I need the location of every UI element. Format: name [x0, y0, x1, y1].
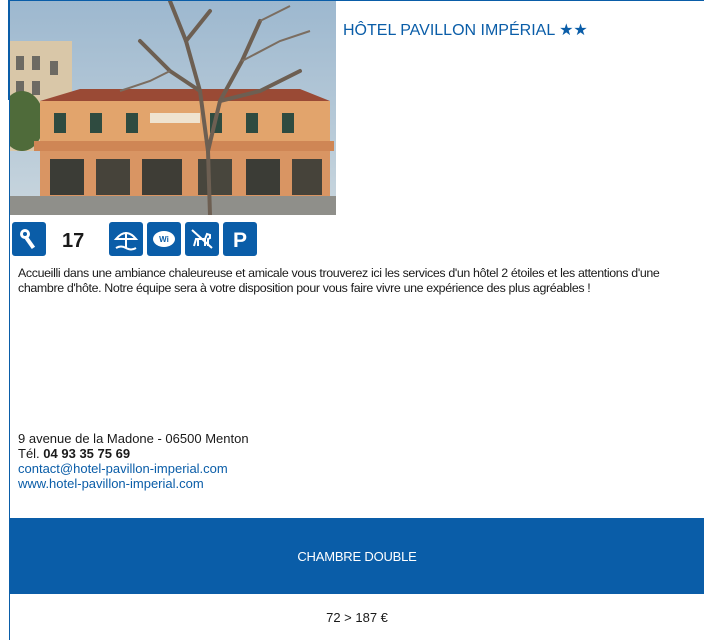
hotel-title: HÔTEL PAVILLON IMPÉRIAL ★★: [343, 20, 588, 40]
room-key-icon: [12, 222, 46, 256]
phone-number: 04 93 35 75 69: [43, 446, 131, 461]
address: 9 avenue de la Madone - 06500 Menton: [18, 431, 249, 446]
no-dogs-icon: [185, 222, 219, 256]
hotel-description: Accueilli dans une ambiance chaleureuse …: [18, 266, 660, 295]
email-link[interactable]: contact@hotel-pavillon-imperial.com: [18, 461, 249, 476]
star-rating: ★★: [559, 22, 588, 39]
beach-umbrella-icon: [109, 222, 143, 256]
parking-icon: P: [223, 222, 257, 256]
hotel-name: HÔTEL PAVILLON IMPÉRIAL: [343, 22, 555, 39]
price-range: 72 > 187 €: [326, 609, 388, 625]
phone-line: Tél. 04 93 35 75 69: [18, 446, 249, 461]
svg-text:Wi: Wi: [159, 235, 169, 244]
contact-block: 9 avenue de la Madone - 06500 Menton Tél…: [18, 431, 249, 491]
room-count: 17: [62, 230, 85, 252]
wifi-icon: Wi: [147, 222, 181, 256]
website-link[interactable]: www.hotel-pavillon-imperial.com: [18, 476, 249, 491]
room-type-label: CHAMBRE DOUBLE: [297, 548, 417, 564]
phone-label: Tél.: [18, 446, 44, 461]
room-type-header: CHAMBRE DOUBLE: [10, 518, 704, 594]
left-edge-line: [0, 0, 9, 100]
svg-text:P: P: [233, 229, 247, 252]
hotel-photo: [10, 1, 336, 215]
